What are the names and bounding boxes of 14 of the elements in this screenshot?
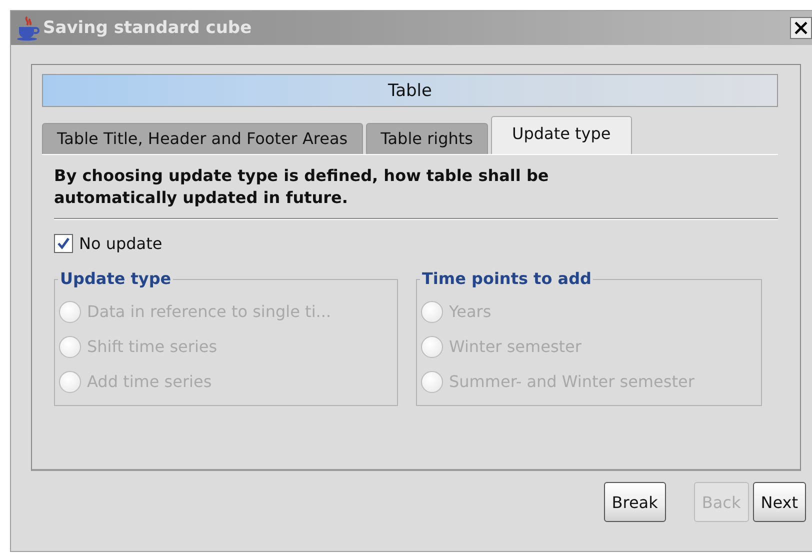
dialog-button[interactable]: Break [604, 482, 666, 522]
window-title: Saving standard cube [43, 18, 253, 38]
checkbox[interactable] [54, 234, 73, 253]
close-icon[interactable] [790, 17, 812, 39]
dialog-button[interactable]: Next [752, 482, 806, 522]
tab[interactable]: Table Title, Header and Footer Areas [42, 123, 363, 154]
checkbox-label[interactable]: No update [79, 234, 162, 253]
tab[interactable]: Table rights [366, 123, 488, 154]
group-title: Update type [58, 269, 174, 289]
tab[interactable]: Update type [491, 116, 632, 154]
description-text: By choosing update type is defined, how table shall be automatically updated in future. [54, 165, 550, 209]
coffee-cup-icon [15, 15, 41, 41]
group-title: Time points to add [420, 269, 594, 289]
section-header: Table [42, 74, 778, 107]
